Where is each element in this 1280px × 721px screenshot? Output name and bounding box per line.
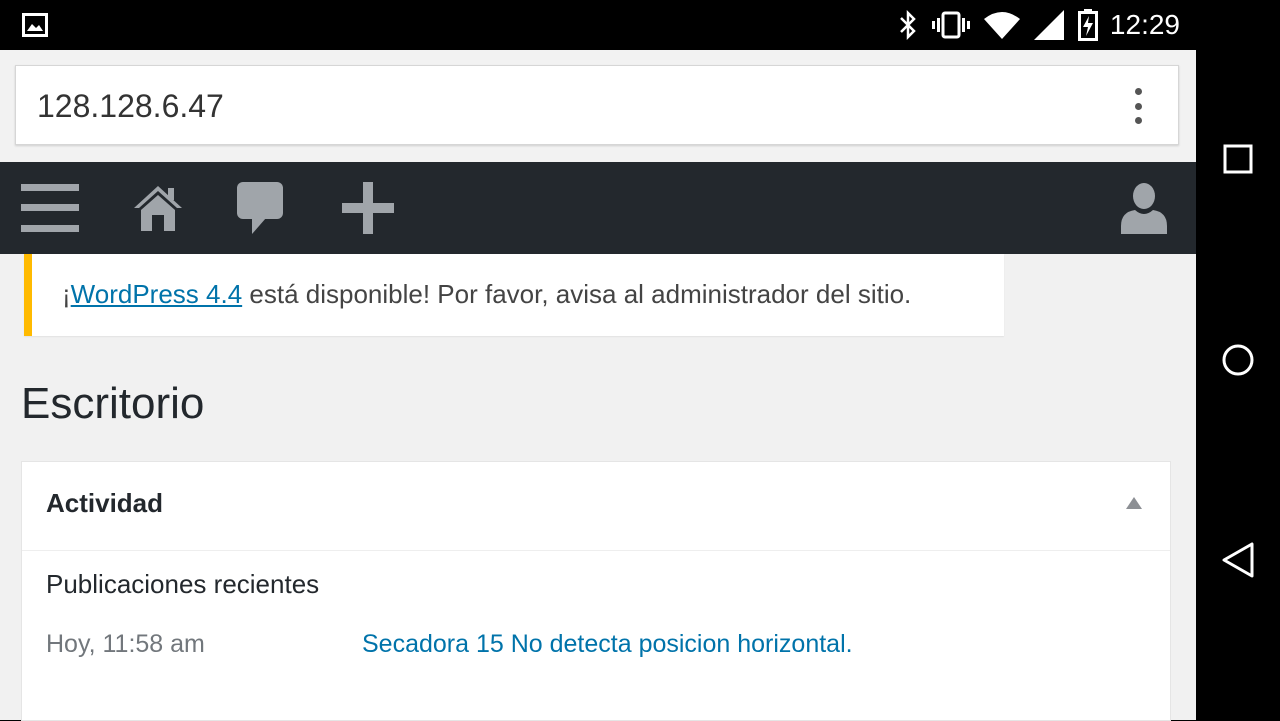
wp-admin-bar [0, 162, 1196, 254]
url-text[interactable]: 128.128.6.47 [37, 88, 224, 125]
activity-widget: Actividad Publicaciones recientes Hoy, 1… [21, 461, 1171, 721]
notice-text: ¡WordPress 4.4 está disponible! Por favo… [62, 279, 911, 310]
update-notice: ¡WordPress 4.4 está disponible! Por favo… [24, 254, 1004, 336]
comments-icon[interactable] [230, 162, 290, 254]
vibrate-icon [931, 10, 970, 40]
post-date: Hoy, 11:58 am [46, 630, 205, 658]
bluetooth-icon [898, 10, 918, 40]
battery-charging-icon [1077, 9, 1098, 41]
wordpress-update-link[interactable]: WordPress 4.4 [71, 279, 242, 309]
cell-signal-icon [1033, 10, 1064, 40]
clock: 12:29 [1109, 9, 1180, 40]
wifi-icon [983, 11, 1020, 39]
home-circle-icon[interactable] [1196, 343, 1280, 377]
android-nav-bar [1196, 0, 1280, 720]
post-title-link[interactable]: Secadora 15 No detecta posicion horizont… [362, 630, 853, 659]
activity-widget-header[interactable]: Actividad [22, 462, 1170, 551]
image-notification-icon [22, 13, 48, 42]
back-icon[interactable] [1196, 541, 1280, 579]
address-bar[interactable]: 128.128.6.47 [15, 65, 1179, 145]
recents-icon[interactable] [1196, 144, 1280, 174]
browser-toolbar: 128.128.6.47 [0, 50, 1196, 162]
home-icon[interactable] [126, 162, 190, 254]
add-new-icon[interactable] [336, 162, 400, 254]
notice-prefix: ¡ [62, 279, 71, 309]
page-title: Escritorio [21, 379, 205, 428]
activity-widget-title: Actividad [46, 488, 164, 518]
recent-posts-heading: Publicaciones recientes [46, 569, 320, 599]
user-account-icon[interactable] [1112, 162, 1176, 254]
collapse-toggle-icon[interactable] [1126, 497, 1142, 509]
more-vert-icon[interactable] [1126, 88, 1150, 124]
status-bar: 12:29 [0, 0, 1196, 50]
notice-suffix: está disponible! Por favor, avisa al adm… [242, 279, 912, 309]
menu-icon[interactable] [14, 162, 86, 254]
